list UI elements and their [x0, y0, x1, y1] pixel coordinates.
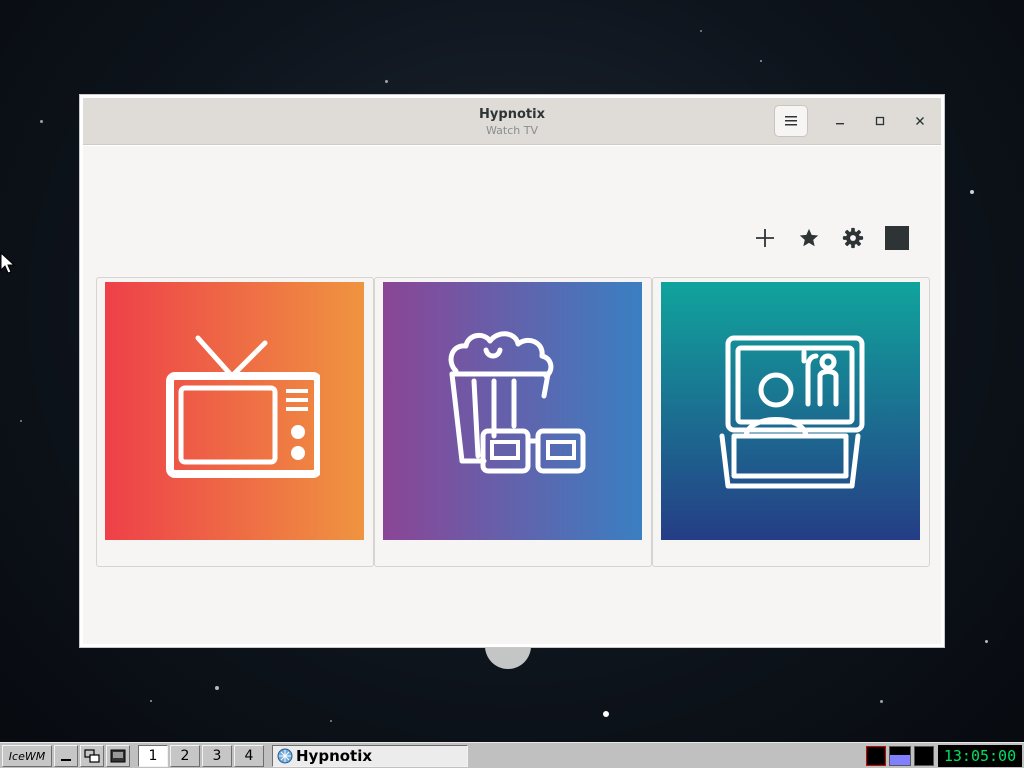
- taskbar-task-label: Hypnotix: [296, 747, 373, 765]
- minimize-button[interactable]: [826, 108, 854, 134]
- card-series[interactable]: [652, 277, 930, 567]
- gear-icon: [842, 227, 864, 249]
- series-theater-icon: [719, 335, 864, 489]
- add-provider-button[interactable]: [752, 225, 778, 251]
- close-icon: [916, 117, 924, 125]
- favorites-button[interactable]: [796, 225, 822, 251]
- start-menu-button[interactable]: IceWM: [2, 745, 52, 767]
- taskbar-hypnotix-task[interactable]: Hypnotix: [272, 745, 468, 767]
- hypnotix-app-icon: [277, 748, 293, 764]
- workspace-label: 4: [244, 748, 254, 764]
- card-movies[interactable]: [374, 277, 652, 567]
- minimize-icon: [836, 123, 844, 125]
- maximize-button[interactable]: [866, 108, 894, 134]
- title-bar[interactable]: Hypnotix Watch TV: [83, 98, 941, 145]
- network-monitor: [889, 746, 911, 766]
- window-subtitle: Watch TV: [486, 124, 538, 137]
- workspace-label: 2: [180, 748, 190, 764]
- preferences-button[interactable]: [840, 225, 866, 251]
- title-block: Hypnotix Watch TV: [83, 107, 941, 137]
- movies-popcorn-icon: [448, 331, 585, 474]
- workspace-3-button[interactable]: 3: [202, 745, 232, 767]
- main-content: [83, 146, 941, 644]
- tv-icon: [165, 335, 320, 478]
- workspace-4-button[interactable]: 4: [234, 745, 264, 767]
- workspace-label: 3: [212, 748, 222, 764]
- hypnotix-window: Hypnotix Watch TV: [79, 94, 945, 648]
- minimize-all-icon: [61, 759, 71, 761]
- hamburger-menu-icon: [785, 116, 797, 126]
- terminal-icon: [110, 749, 126, 763]
- fullscreen-square-icon: [885, 226, 909, 250]
- star-icon: [799, 228, 819, 247]
- workspace-2-button[interactable]: 2: [170, 745, 200, 767]
- maximize-icon: [875, 116, 885, 126]
- show-desktop-button[interactable]: [54, 745, 78, 767]
- taskbar-clock[interactable]: 13:05:00: [938, 745, 1022, 767]
- mouse-cursor-icon: [0, 252, 16, 274]
- add-icon: [756, 229, 774, 247]
- workspace-1-button[interactable]: 1: [138, 745, 168, 767]
- start-menu-label: IceWM: [8, 749, 46, 763]
- card-tv-channels[interactable]: [96, 277, 374, 567]
- card-image-movies: [383, 282, 642, 540]
- fullscreen-button[interactable]: [884, 225, 910, 251]
- cpu-monitor: [866, 746, 886, 766]
- card-image-series: [661, 282, 920, 540]
- workspace-label: 1: [148, 748, 158, 764]
- window-title: Hypnotix: [479, 107, 545, 122]
- main-menu-button[interactable]: [774, 105, 808, 137]
- mail-monitor: [914, 746, 934, 766]
- terminal-launcher-button[interactable]: [106, 745, 130, 767]
- card-image-tv: [105, 282, 364, 540]
- close-button[interactable]: [906, 108, 934, 134]
- taskbar: IceWM 1 2 3 4 Hypnotix 13:05:00: [0, 742, 1024, 768]
- window-list-button[interactable]: [80, 745, 104, 767]
- windows-icon: [84, 749, 100, 763]
